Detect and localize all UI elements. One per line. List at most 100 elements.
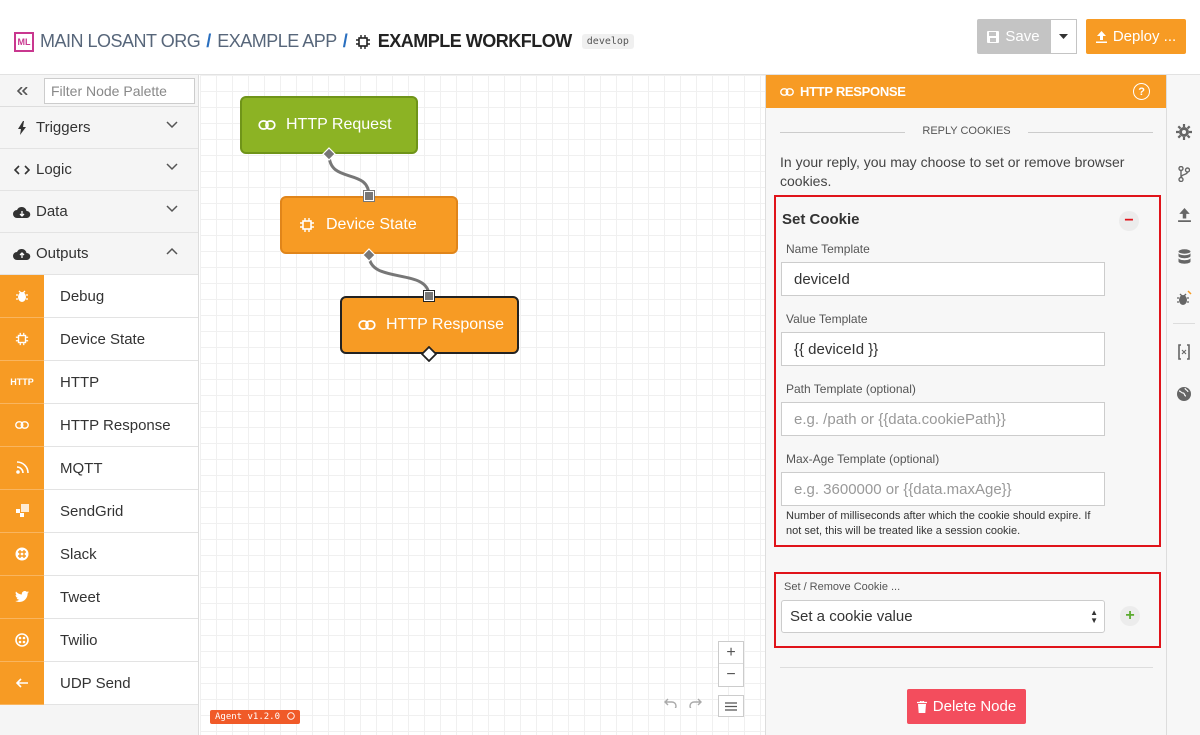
max-age-template-input[interactable]: [781, 472, 1105, 506]
agent-version-badge[interactable]: Agent v1.2.0: [210, 710, 301, 724]
twitter-icon: [0, 575, 44, 619]
workflow-node-http-request[interactable]: HTTP Request: [240, 96, 418, 154]
category-outputs[interactable]: Outputs: [0, 233, 198, 275]
breadcrumb: MAIN LOSANT ORG / EXAMPLE APP / EXAMPLE …: [40, 31, 634, 52]
value-template-input[interactable]: [781, 332, 1105, 366]
code-icon: [12, 164, 32, 175]
max-age-help-text: Number of milliseconds after which the c…: [786, 510, 1091, 537]
path-template-input[interactable]: [781, 402, 1105, 436]
remove-cookie-button[interactable]: −: [1119, 211, 1139, 231]
palette-node-label: MQTT: [60, 459, 103, 477]
palette-toolbar: [0, 75, 198, 107]
palette-node-sendgrid[interactable]: SendGrid: [0, 489, 198, 533]
collapse-palette-button[interactable]: [0, 75, 44, 107]
trash-icon: [916, 700, 927, 713]
category-label: Triggers: [36, 119, 91, 136]
zoom-in-button[interactable]: +: [719, 642, 743, 664]
cloud-upload-icon: [12, 248, 32, 260]
canvas-menu-button[interactable]: [718, 695, 744, 717]
palette-node-slack[interactable]: Slack: [0, 532, 198, 576]
right-toolbar: [1166, 75, 1200, 735]
palette-node-label: Debug: [60, 287, 105, 305]
input-port[interactable]: [423, 290, 435, 302]
workflow-chip-icon: [354, 33, 372, 51]
gear-icon[interactable]: [1175, 123, 1193, 141]
upload-icon[interactable]: [1175, 206, 1193, 224]
workflow-node-device-state[interactable]: Device State: [280, 196, 458, 254]
zoom-controls: + −: [718, 641, 744, 687]
path-template-label: Path Template (optional): [786, 382, 916, 396]
output-port[interactable]: [421, 346, 437, 362]
output-port[interactable]: [322, 147, 336, 161]
globe-icon[interactable]: [1175, 385, 1193, 403]
save-button[interactable]: Save: [977, 19, 1050, 54]
palette-node-http[interactable]: HTTP HTTP: [0, 360, 198, 404]
chevron-down-icon: [166, 121, 178, 129]
bolt-icon: [12, 120, 32, 135]
database-icon[interactable]: [1175, 248, 1193, 266]
help-icon[interactable]: ?: [1133, 83, 1150, 100]
debug-bug-icon[interactable]: [1175, 289, 1193, 307]
palette-node-tweet[interactable]: Tweet: [0, 575, 198, 619]
name-template-input[interactable]: [781, 262, 1105, 296]
panel-title: HTTP RESPONSE: [800, 84, 906, 99]
agent-version-label: Agent v1.2.0: [215, 712, 281, 722]
category-label: Outputs: [36, 245, 89, 262]
zoom-out-button[interactable]: −: [719, 664, 743, 686]
palette-node-twilio[interactable]: Twilio: [0, 618, 198, 662]
palette-node-udp-send[interactable]: UDP Send: [0, 661, 198, 705]
node-label: HTTP Response: [386, 316, 504, 333]
breadcrumb-app[interactable]: EXAMPLE APP: [217, 31, 337, 52]
deploy-button[interactable]: Deploy ...: [1086, 19, 1186, 54]
set-remove-cookie-label: Set / Remove Cookie ...: [784, 581, 901, 593]
filter-node-palette-input[interactable]: [44, 77, 195, 104]
link-icon: [780, 87, 794, 96]
palette-node-device-state[interactable]: Device State: [0, 317, 198, 361]
undo-icon[interactable]: [664, 698, 677, 708]
sendgrid-icon: [0, 489, 44, 533]
breadcrumb-separator: /: [342, 31, 348, 51]
palette-node-label: UDP Send: [60, 674, 131, 692]
set-remove-cookie-select[interactable]: Set a cookie value ▲ ▼: [781, 600, 1105, 633]
link-icon: [0, 403, 44, 447]
category-label: Logic: [36, 161, 72, 178]
value-template-label: Value Template: [786, 312, 868, 326]
link-icon: [256, 120, 278, 130]
input-port[interactable]: [363, 190, 375, 202]
twilio-icon: [0, 618, 44, 662]
breadcrumb-separator: /: [206, 31, 212, 51]
name-template-label: Name Template: [786, 242, 870, 256]
add-cookie-button[interactable]: +: [1120, 606, 1140, 626]
breadcrumb-org[interactable]: MAIN LOSANT ORG: [40, 31, 201, 52]
palette-node-debug[interactable]: Debug: [0, 274, 198, 318]
palette-node-label: HTTP: [60, 373, 100, 391]
cloud-download-icon: [12, 206, 32, 218]
section-title-reply-cookies: REPLY COOKIES: [780, 125, 1153, 137]
divider: [780, 667, 1153, 668]
workflow-canvas[interactable]: HTTP Request Device State HTTP Response …: [200, 75, 765, 735]
category-triggers[interactable]: Triggers: [0, 107, 198, 149]
output-port[interactable]: [362, 248, 376, 262]
category-label: Data: [36, 203, 68, 220]
panel-header: HTTP RESPONSE ?: [766, 75, 1166, 108]
delete-node-button[interactable]: Delete Node: [907, 689, 1026, 724]
select-arrows-icon: ▲ ▼: [1090, 608, 1098, 625]
palette-node-label: Twilio: [60, 631, 98, 649]
json-brackets-icon[interactable]: [1175, 343, 1193, 361]
set-remove-cookie-group: Set / Remove Cookie ... Set a cookie val…: [774, 572, 1161, 648]
category-logic[interactable]: Logic: [0, 149, 198, 191]
palette-node-mqtt[interactable]: MQTT: [0, 446, 198, 490]
link-icon: [356, 320, 378, 330]
chip-icon: [0, 317, 44, 361]
save-options-dropdown[interactable]: [1050, 19, 1077, 54]
palette-node-http-response[interactable]: HTTP Response: [0, 403, 198, 447]
selected-option: Set a cookie value: [790, 608, 913, 625]
chevron-up-icon: [166, 247, 178, 255]
hamburger-icon: [725, 701, 737, 711]
losant-logo[interactable]: ML: [14, 32, 34, 52]
category-data[interactable]: Data: [0, 191, 198, 233]
branch-icon[interactable]: [1175, 165, 1193, 183]
app-header: ML MAIN LOSANT ORG / EXAMPLE APP / EXAMP…: [0, 0, 1200, 75]
caret-down-icon: [1059, 33, 1068, 39]
redo-icon[interactable]: [689, 698, 702, 708]
